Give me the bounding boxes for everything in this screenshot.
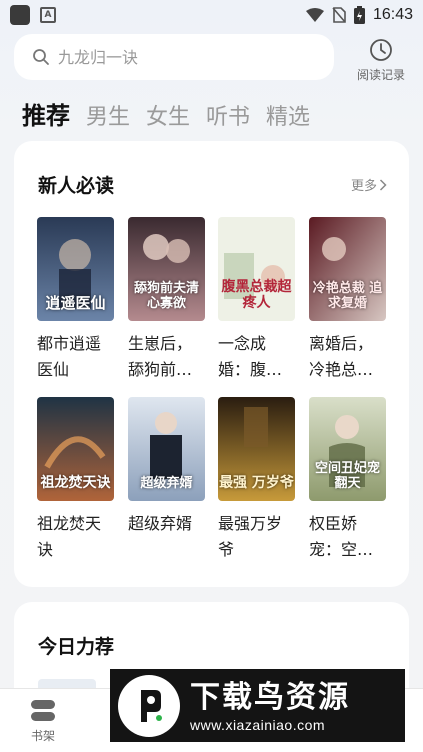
status-bar: A 16:43 [0,0,423,30]
category-tabs: 推荐 男生 女生 听书 精选 [22,96,310,131]
book-item[interactable]: 空间丑妃宠翻天 权臣娇宠：空间丑妃宠翻天 [309,397,386,563]
book-title: 权臣娇宠：空间丑妃宠翻天 [309,514,374,559]
bookshelf-icon [31,700,55,721]
book-item[interactable]: 超级弃婿 超级弃婿 [128,397,205,537]
book-cover: 逍遥医仙 [37,217,114,321]
cover-title: 冷艳总裁 追求复婚 [312,281,383,311]
book-cover: 空间丑妃宠翻天 [309,397,386,501]
watermark-title: 下载鸟资源 [190,679,350,715]
book-cover: 祖龙焚天诀 [37,397,114,501]
cover-title: 祖龙焚天诀 [40,474,111,491]
battery-icon [353,6,365,24]
chevron-right-icon [379,178,387,191]
tab-featured[interactable]: 精选 [266,99,310,131]
wifi-icon [305,8,324,22]
book-item[interactable]: 最强 万岁爷 最强万岁爷 [218,397,295,563]
cover-title: 逍遥医仙 [45,293,106,312]
book-cover: 腹黑总裁超疼人 [218,217,295,321]
search-icon [33,49,49,65]
cover-title: 舔狗前夫清心寡欲 [133,281,199,311]
cover-title: 最强 万岁爷 [219,474,294,491]
book-title: 祖龙焚天诀 [37,514,102,559]
search-bar[interactable] [14,34,334,80]
nav-bookshelf[interactable]: 书架 [13,699,73,744]
tab-female[interactable]: 女生 [146,99,190,131]
cover-title: 空间丑妃宠翻天 [314,461,380,491]
book-item[interactable]: 舔狗前夫清心寡欲 生崽后，舔狗前夫清心寡欲 [128,217,205,383]
status-time: 16:43 [372,6,413,23]
book-item[interactable]: 逍遥医仙 都市逍遥医仙 [37,217,114,383]
watermark-banner: 下载鸟资源 www.xiazainiao.com [110,669,405,742]
tab-audiobook[interactable]: 听书 [206,99,250,131]
book-item[interactable]: 腹黑总裁超疼人 一念成婚：腹黑总裁超疼人 [218,217,295,383]
book-title: 最强万岁爷 [218,514,283,559]
tab-male[interactable]: 男生 [86,99,130,131]
book-cover: 冷艳总裁 追求复婚 [309,217,386,321]
watermark-url: www.xiazainiao.com [190,716,326,733]
book-item[interactable]: 冷艳总裁 追求复婚 离婚后，冷艳总裁求复婚 [309,217,386,383]
nav-bookshelf-label: 书架 [30,729,55,743]
book-title: 超级弃婿 [128,514,193,533]
reading-history-label: 阅读记录 [356,68,405,82]
book-title: 一念成婚：腹黑总裁超疼人 [218,334,283,379]
cover-title: 超级弃婿 [140,475,193,491]
more-label: 更多 [350,179,377,194]
tab-recommend[interactable]: 推荐 [22,96,70,131]
book-cover: 超级弃婿 [128,397,205,501]
more-link[interactable]: 更多 [351,175,387,194]
section-title: 今日力荐 [38,636,115,658]
reading-history-button[interactable]: 阅读记录 [350,38,412,83]
section-title: 新人必读 [38,175,115,197]
a-notification-icon: A [40,7,56,23]
book-item[interactable]: 祖龙焚天诀 祖龙焚天诀 [37,397,114,563]
book-title: 生崽后，舔狗前夫清心寡欲 [128,334,193,379]
no-sim-icon [332,7,346,23]
app-notification-icon [10,5,30,25]
book-title: 都市逍遥医仙 [37,334,102,379]
search-input[interactable] [58,47,308,67]
new-reader-section: 新人必读 更多 逍遥医仙 都市逍遥医仙 舔狗前夫清心寡欲 生崽后，舔狗前夫清心寡… [14,141,409,587]
cover-title: 腹黑总裁超疼人 [221,279,292,311]
clock-icon [370,39,392,61]
book-cover: 最强 万岁爷 [218,397,295,501]
book-cover: 舔狗前夫清心寡欲 [128,217,205,321]
book-title: 离婚后，冷艳总裁求复婚 [309,334,374,379]
bird-logo-icon [118,674,180,737]
